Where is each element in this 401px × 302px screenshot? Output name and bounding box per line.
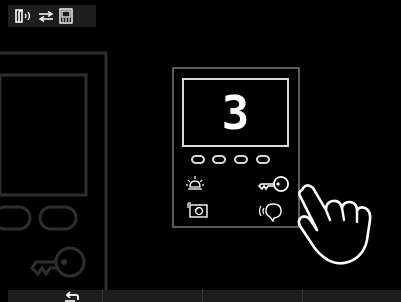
hand-pointer-icon [297,184,372,265]
bottom-bar-divider [302,290,303,302]
door-station-illustration: 3 [172,67,300,228]
device-display: 3 [182,78,289,147]
device-button-4 [256,155,270,164]
bottom-bar-divider [202,290,203,302]
device-button-1 [191,155,205,164]
intercom-icon [259,203,282,222]
status-bar [8,5,96,27]
device-button-3 [234,155,248,164]
swap-arrows-icon [38,11,54,22]
monitor-icon [59,8,73,24]
bottom-bar [8,290,401,302]
light-icon [186,176,204,190]
key-icon [258,176,289,192]
door-release-icon [15,9,31,23]
back-arrow-icon [65,291,79,302]
screen: 3 [0,0,401,302]
device-button-2 [212,155,226,164]
back-button[interactable] [58,290,84,302]
camera-icon [187,202,208,218]
bottom-bar-divider [102,290,103,302]
display-digit: 3 [221,85,250,140]
